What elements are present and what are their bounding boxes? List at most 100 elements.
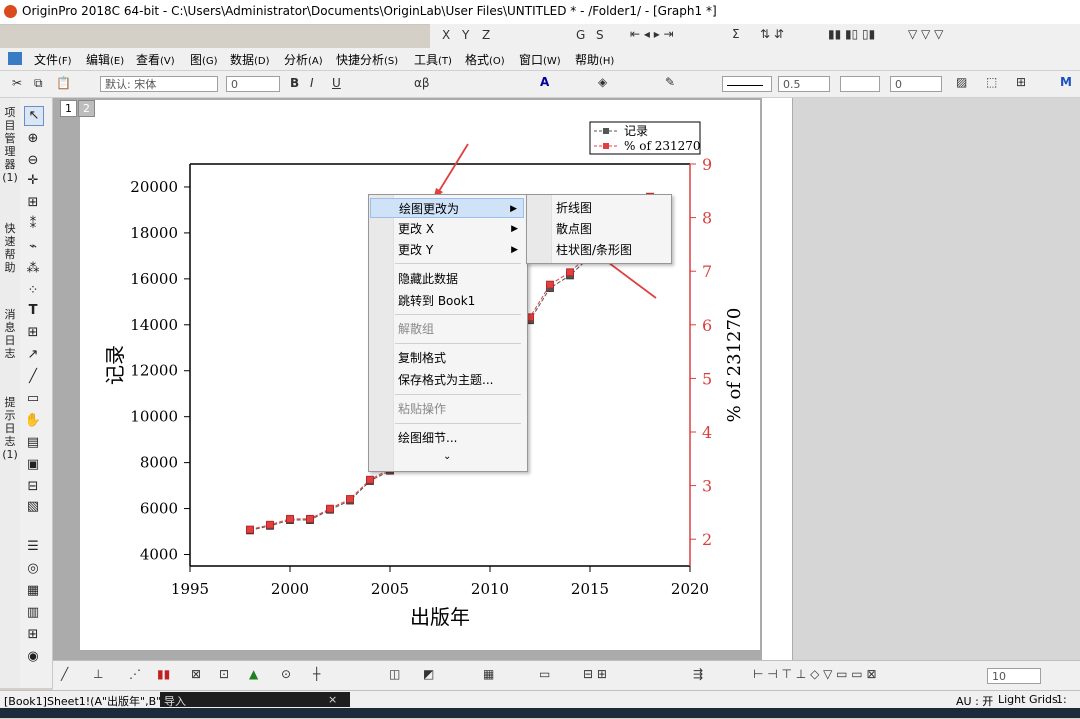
menu-separator: [395, 343, 521, 344]
x-tick-label: 2000: [271, 580, 309, 598]
3d-icon[interactable]: ◫: [389, 667, 400, 681]
context-menu-label: 粘贴操作: [398, 402, 447, 416]
data-point[interactable]: [566, 268, 574, 277]
legend-label: % of 231270: [624, 139, 701, 153]
surface-icon[interactable]: ◩: [423, 667, 434, 681]
submenu-label: 柱状图/条形图: [556, 243, 633, 257]
y2-tick-label: 5: [702, 369, 712, 388]
boxplot-icon[interactable]: ⊠: [191, 667, 201, 681]
status-dataset: [Book1]Sheet1!(A"出版年",B"记: [4, 695, 173, 708]
area-plot-icon[interactable]: ▲: [249, 667, 258, 681]
context-menu-label: 复制格式: [398, 351, 447, 365]
context-menu-item[interactable]: 绘图细节...: [370, 428, 524, 448]
x-tick-label: 2020: [671, 580, 709, 598]
status-bar: [Book1]Sheet1!(A"出版年",B"记 导入 × AU : 开 Li…: [0, 690, 1080, 719]
data-point[interactable]: [266, 520, 274, 529]
windows-taskbar: [0, 708, 1080, 718]
y2-tick-label: 7: [702, 262, 712, 281]
context-menu-label: 更改 Y: [398, 243, 434, 257]
plot-type-submenu: 折线图散点图柱状图/条形图: [526, 194, 672, 264]
context-menu-item[interactable]: 复制格式: [370, 348, 524, 368]
status-import: 导入: [164, 695, 186, 708]
layout-icon[interactable]: ▭: [539, 667, 550, 681]
y2-tick-label: 4: [702, 423, 712, 442]
y-tick-label: 10000: [130, 408, 178, 426]
distribute-icon[interactable]: ⊢ ⊣ ⊤ ⊥ ◇ ▽ ▭ ▭ ⊠: [753, 667, 877, 681]
y-tick-label: 20000: [130, 178, 178, 196]
submenu-label: 折线图: [556, 201, 593, 215]
context-menu-label: 跳转到 Book1: [398, 294, 476, 308]
column-plot-icon[interactable]: ▮▮: [157, 667, 170, 681]
y-tick-label: 16000: [130, 270, 178, 288]
context-menu-item[interactable]: 跳转到 Book1: [370, 291, 524, 311]
data-point[interactable]: [246, 525, 254, 534]
y2-axis-title[interactable]: % of 231270: [724, 308, 745, 423]
context-menu-label: 更改 X: [398, 222, 435, 236]
x-tick-label: 2005: [371, 580, 409, 598]
legend-label: 记录: [624, 124, 648, 138]
x-tick-label: 2015: [571, 580, 609, 598]
status-au[interactable]: AU : 开: [956, 693, 993, 709]
submenu-label: 散点图: [556, 222, 593, 236]
x-tick-label: 2010: [471, 580, 509, 598]
submenu-item[interactable]: 散点图: [528, 219, 668, 239]
annotation-arrow-1: [435, 143, 469, 197]
context-menu-item[interactable]: 更改 Y ▶: [370, 240, 524, 260]
polar-icon[interactable]: ⊙: [281, 667, 291, 681]
contour-icon[interactable]: ⊡: [219, 667, 229, 681]
close-icon[interactable]: ×: [328, 693, 337, 706]
context-menu-item: 粘贴操作: [370, 399, 524, 419]
y2-tick-label: 9: [702, 155, 712, 174]
y-tick-label: 12000: [130, 362, 178, 380]
data-point[interactable]: [326, 504, 334, 513]
submenu-arrow-icon: ▶: [511, 245, 518, 255]
context-menu-label: 绘图更改为: [399, 202, 460, 216]
scatter-plot-icon[interactable]: ⋰: [129, 667, 141, 681]
y-axis-title[interactable]: 记录: [103, 345, 127, 385]
y2-tick-label: 3: [702, 477, 712, 496]
line-plot-icon[interactable]: ╱: [61, 667, 68, 681]
chart-svg[interactable]: 1995 2000 2005 2010 2015 2020 4000 6000 8000 1000…: [0, 0, 1080, 718]
y2-tick-label: 8: [702, 209, 712, 228]
context-menu-item: 解散组: [370, 319, 524, 339]
status-grids[interactable]: Light Grids: [998, 693, 1058, 706]
align-icon[interactable]: ⇶: [693, 667, 703, 681]
y-tick-label: 6000: [140, 500, 178, 518]
menu-separator: [395, 394, 521, 395]
data-point[interactable]: [346, 495, 354, 503]
x-axis-title[interactable]: 出版年: [410, 605, 470, 629]
menu-separator: [395, 263, 521, 264]
submenu-arrow-icon: ▶: [511, 224, 518, 234]
double-chevron-down-icon[interactable]: ⌄: [443, 451, 451, 462]
zoom-select[interactable]: 10: [987, 668, 1041, 684]
y-tick-label: 4000: [140, 546, 178, 564]
context-menu-item[interactable]: 更改 X ▶: [370, 219, 524, 239]
y-tick-label: 14000: [130, 316, 178, 334]
submenu-item[interactable]: 折线图: [528, 198, 668, 218]
data-point[interactable]: [286, 514, 294, 523]
context-menu: 绘图更改为 ▶ 更改 X ▶ 更改 Y ▶ 隐藏此数据跳转到 Book1 解散组复制格式保存格…: [368, 194, 528, 472]
x-tick-label: 1995: [171, 580, 209, 598]
context-menu-item[interactable]: 隐藏此数据: [370, 269, 524, 289]
matrix-icon[interactable]: ▦: [483, 667, 494, 681]
data-point[interactable]: [366, 475, 374, 484]
context-menu-item[interactable]: 保存格式为主题...: [370, 370, 524, 390]
submenu-item[interactable]: 柱状图/条形图: [528, 240, 668, 260]
submenu-arrow-icon: ▶: [510, 204, 517, 214]
bottom-toolbar: ╱ ⊥ ⋰ ▮▮ ⊠ ⊡ ▲ ⊙ ┼ ◫ ◩ ▦ ▭ ⊟ ⊞ ⇶ ⊢ ⊣ ⊤ ⊥…: [53, 660, 1080, 691]
context-menu-label: 保存格式为主题...: [398, 373, 494, 387]
context-menu-label: 解散组: [398, 322, 435, 336]
context-menu-label: 绘图细节...: [398, 431, 458, 445]
context-menu-item[interactable]: 绘图更改为 ▶: [370, 198, 524, 218]
data-point[interactable]: [546, 280, 554, 289]
data-point[interactable]: [306, 514, 314, 523]
status-import-box: [160, 692, 350, 707]
stock-icon[interactable]: ┼: [313, 667, 320, 681]
zoom-value: 10: [992, 670, 1006, 683]
y2-tick-label: 2: [702, 530, 712, 549]
bar-plot-icon[interactable]: ⊥: [93, 667, 103, 681]
context-menu-label: 隐藏此数据: [398, 272, 459, 286]
arrange-icon[interactable]: ⊟ ⊞: [583, 667, 607, 681]
y2-tick-label: 6: [702, 316, 712, 335]
menu-separator: [395, 314, 521, 315]
